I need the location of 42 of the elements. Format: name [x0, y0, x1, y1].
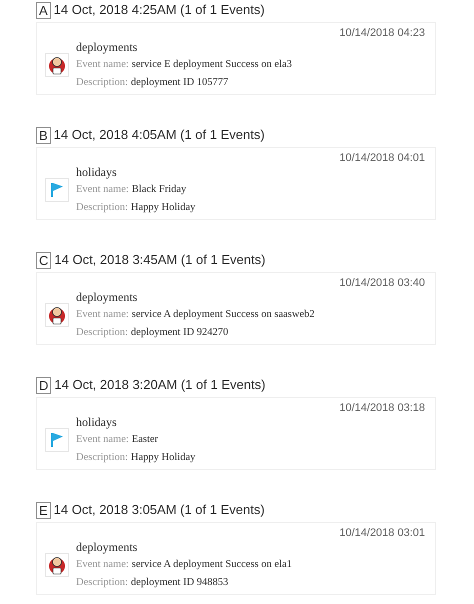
- event-timestamp: 10/14/2018 04:23: [339, 26, 425, 41]
- event-category: deployments: [76, 38, 138, 56]
- event-timestamp: 10/14/2018 04:01: [339, 151, 425, 166]
- group-marker: C: [36, 252, 52, 268]
- group-marker: B: [36, 126, 51, 144]
- description-label: Description:: [76, 326, 128, 340]
- event-category: deployments: [76, 288, 138, 306]
- group-heading: 14 Oct, 2018 3:05AM (1 of 1 Events): [54, 501, 265, 520]
- description-label: Description:: [76, 76, 128, 90]
- event-category: holidays: [76, 414, 118, 430]
- description-label: Description:: [76, 576, 128, 590]
- group-marker: D: [36, 376, 52, 394]
- event-name-label: Event name:: [76, 558, 129, 572]
- event-timestamp: 10/14/2018 03:01: [339, 526, 425, 541]
- event-name-label: Event name:: [76, 432, 129, 446]
- event-category: deployments: [76, 538, 138, 556]
- group-heading: 14 Oct, 2018 3:20AM (1 of 1 Events): [54, 376, 266, 394]
- event-name-label: Event name:: [76, 58, 129, 72]
- event-name: Easter: [132, 432, 158, 446]
- event-name: service A deployment Success on saasweb2: [132, 308, 315, 322]
- event-description: deployment ID 948853: [130, 576, 228, 590]
- event-timestamp: 10/14/2018 03:40: [339, 276, 425, 291]
- flag-icon: [50, 432, 64, 448]
- event-description: Happy Holiday: [130, 450, 196, 464]
- flag-icon: [50, 182, 64, 198]
- group-heading: 14 Oct, 2018 4:05AM (1 of 1 Events): [54, 126, 265, 144]
- event-name-label: Event name:: [76, 182, 129, 196]
- description-label: Description:: [76, 200, 128, 214]
- event-description: deployment ID 924270: [130, 326, 228, 340]
- event-name: service E deployment Success on ela3: [132, 58, 292, 72]
- group-marker: A: [36, 2, 51, 18]
- description-label: Description:: [76, 450, 128, 464]
- event-name: service A deployment Success on ela1: [132, 558, 292, 572]
- event-timestamp: 10/14/2018 03:18: [339, 401, 425, 416]
- event-description: deployment ID 105777: [130, 76, 228, 90]
- event-name-label: Event name:: [76, 308, 129, 322]
- event-category: holidays: [76, 164, 118, 180]
- group-marker: E: [36, 502, 51, 518]
- event-description: Happy Holiday: [130, 200, 196, 214]
- event-name: Black Friday: [132, 182, 186, 196]
- group-heading: 14 Oct, 2018 4:25AM (1 of 1 Events): [54, 1, 265, 20]
- group-heading: 14 Oct, 2018 3:45AM (1 of 1 Events): [54, 251, 266, 270]
